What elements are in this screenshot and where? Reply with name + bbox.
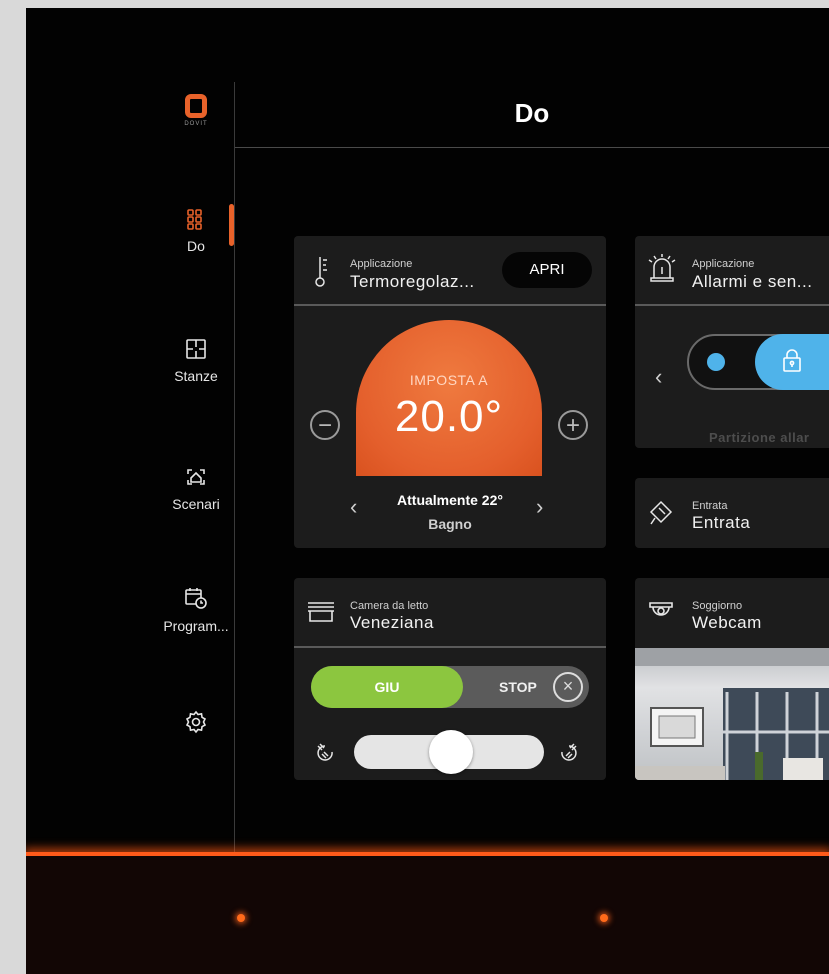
- blind-command-track: GIU STOP ×: [311, 666, 589, 708]
- logo-text: DOVIT: [184, 121, 208, 127]
- sidebar: DOVIT Do Stanze Scenari Program...: [26, 8, 234, 848]
- sidebar-divider: [234, 82, 235, 898]
- door-lock-icon: [649, 500, 673, 525]
- stop-button[interactable]: STOP: [499, 666, 537, 708]
- sidebar-item-label: Scenari: [172, 496, 220, 512]
- grid-icon: [187, 209, 202, 230]
- card-header[interactable]: Camera da letto Veneziana: [294, 578, 606, 646]
- down-button[interactable]: GIU: [311, 666, 463, 708]
- thermoregulation-card: Applicazione Termoregolaz... APRI IMPOST…: [294, 236, 606, 548]
- partition-label: Partizione allar: [709, 430, 810, 445]
- set-label: IMPOSTA A: [409, 372, 489, 388]
- alarm-card: Applicazione Allarmi e sen... ‹ Partizio…: [635, 236, 829, 448]
- device-bezel: DOVIT Do Stanze Scenari Program... Do Ap…: [26, 8, 829, 974]
- card-subtitle: Camera da letto: [350, 600, 429, 612]
- floorplan-icon: [186, 339, 206, 359]
- sidebar-item-program[interactable]: Program...: [156, 586, 236, 634]
- logo-mark-icon: [185, 94, 207, 118]
- sidebar-item-label: Program...: [163, 618, 229, 634]
- card-divider: [294, 304, 606, 306]
- card-title: Termoregolaz...: [350, 272, 475, 291]
- card-title: Entrata: [692, 513, 751, 532]
- blind-icon: [308, 602, 334, 622]
- sidebar-item-label: Do: [187, 238, 205, 254]
- slat-slider[interactable]: [354, 730, 544, 774]
- close-icon[interactable]: ×: [553, 672, 583, 702]
- device-base: [26, 856, 829, 974]
- temperature-dial[interactable]: IMPOSTA A 20.0°: [356, 320, 542, 476]
- increase-button[interactable]: +: [558, 410, 588, 440]
- set-temperature: 20.0°: [394, 392, 504, 441]
- dovit-logo: DOVIT: [176, 94, 216, 127]
- sidebar-item-scenari[interactable]: Scenari: [156, 466, 236, 512]
- status-led: [600, 914, 608, 922]
- page-title: Do: [514, 98, 550, 128]
- room-image: [635, 648, 829, 780]
- room-name: Bagno: [428, 516, 472, 532]
- sidebar-item-stanze[interactable]: Stanze: [156, 338, 236, 384]
- card-subtitle: Applicazione: [350, 258, 413, 270]
- lock-icon: [783, 349, 801, 372]
- decrease-button[interactable]: −: [310, 410, 340, 440]
- card-divider: [635, 304, 829, 306]
- card-header[interactable]: Applicazione Termoregolaz... APRI: [294, 236, 606, 304]
- status-led: [237, 914, 245, 922]
- toggle-dot: [707, 353, 725, 371]
- card-header[interactable]: Soggiorno Webcam: [635, 578, 829, 646]
- blind-card: Camera da letto Veneziana GIU STOP ×: [294, 578, 606, 780]
- card-title: Webcam: [692, 613, 762, 632]
- sidebar-item-label: Stanze: [174, 368, 218, 384]
- toggle-knob[interactable]: [755, 334, 829, 390]
- header-divider: [235, 147, 829, 148]
- entrata-card[interactable]: Entrata Entrata: [635, 478, 829, 548]
- card-title: Veneziana: [350, 613, 434, 632]
- chevron-left-icon[interactable]: ‹: [655, 364, 662, 390]
- current-temperature: Attualmente 22°: [397, 492, 503, 508]
- slider-knob[interactable]: [429, 730, 473, 774]
- sidebar-item-do[interactable]: Do: [156, 208, 236, 254]
- card-subtitle: Soggiorno: [692, 600, 743, 612]
- rotate-right-icon[interactable]: [556, 740, 582, 766]
- webcam-preview[interactable]: [635, 648, 829, 780]
- card-header[interactable]: Applicazione Allarmi e sen...: [635, 236, 829, 304]
- card-subtitle: Entrata: [692, 500, 728, 512]
- scenario-house-icon: [187, 469, 205, 485]
- camera-dome-icon: [649, 602, 673, 616]
- thermometer-icon: [315, 257, 327, 287]
- open-button[interactable]: APRI: [502, 252, 592, 288]
- siren-icon: [648, 254, 676, 282]
- rotate-left-icon[interactable]: [312, 740, 338, 766]
- webcam-card[interactable]: Soggiorno Webcam: [635, 578, 829, 780]
- calendar-clock-icon: [185, 588, 207, 609]
- screen: DOVIT Do Stanze Scenari Program... Do Ap…: [26, 8, 829, 898]
- sidebar-item-settings[interactable]: [156, 710, 236, 742]
- card-title: Allarmi e sen...: [692, 272, 813, 291]
- blind-controls: GIU STOP ×: [294, 648, 606, 780]
- alarm-toggle[interactable]: [687, 334, 829, 390]
- gear-icon: [185, 710, 207, 734]
- card-subtitle: Applicazione: [692, 258, 755, 270]
